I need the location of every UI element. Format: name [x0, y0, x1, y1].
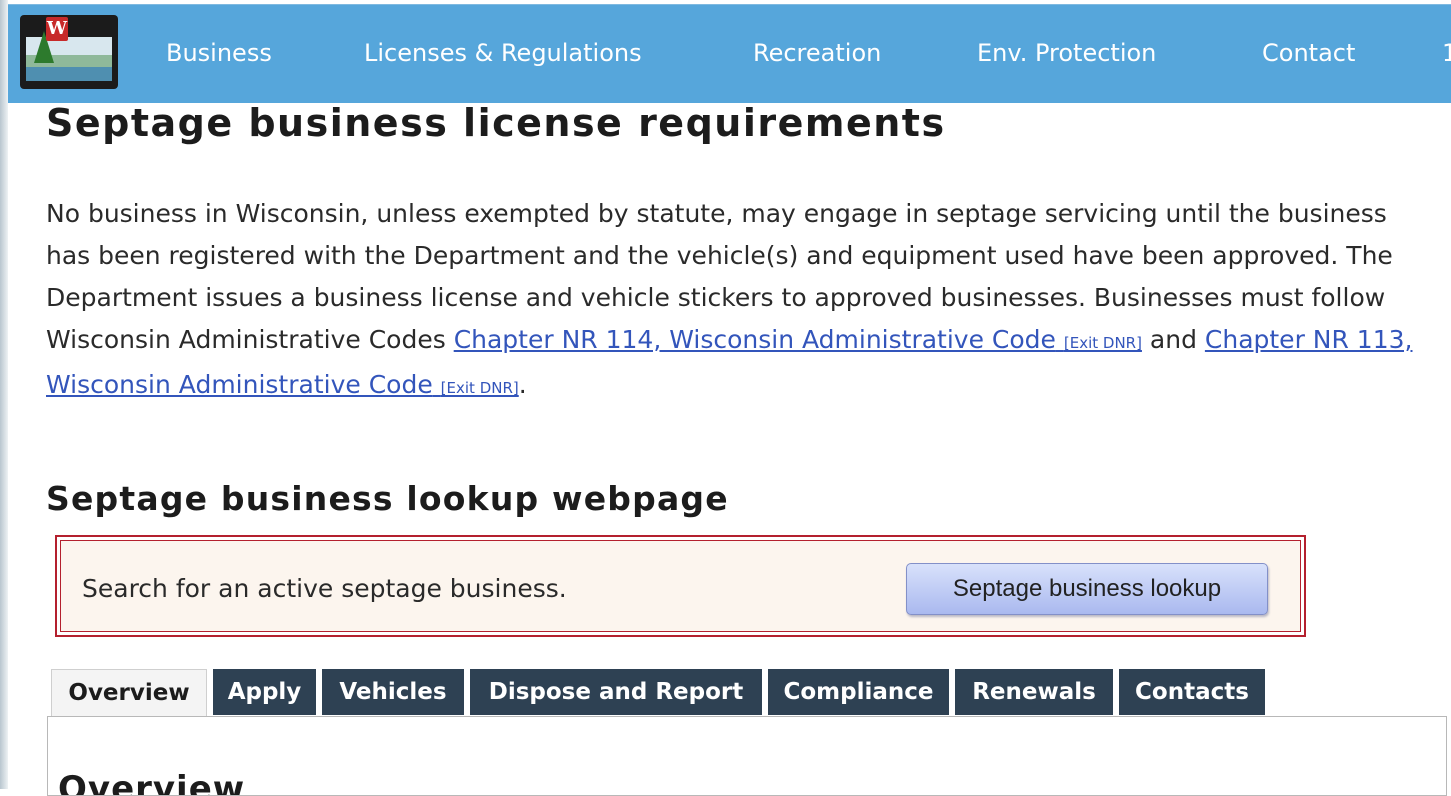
tab-apply[interactable]: Apply — [213, 669, 316, 715]
nav-item-contact[interactable]: Contact — [1262, 35, 1355, 71]
panel-title: Overview — [58, 769, 246, 796]
tab-panel: Overview — [47, 716, 1447, 796]
page-title: Septage business license requirements — [46, 101, 946, 145]
nav-item-business[interactable]: Business — [166, 35, 272, 71]
intro-end: . — [518, 370, 527, 399]
dnr-logo[interactable]: W — [20, 15, 118, 89]
tab-dispose-and-report[interactable]: Dispose and Report — [470, 669, 762, 715]
lookup-description: Search for an active septage business. — [82, 574, 567, 603]
lookup-heading: Septage business lookup webpage — [46, 479, 729, 518]
septage-business-lookup-button[interactable]: Septage business lookup — [906, 563, 1268, 615]
window-edge — [0, 0, 8, 789]
logo-letter: W — [46, 17, 68, 41]
intro-paragraph: No business in Wisconsin, unless exempte… — [46, 193, 1436, 409]
tab-renewals[interactable]: Renewals — [955, 669, 1113, 715]
lookup-callout-inner: Search for an active septage business. S… — [60, 540, 1301, 632]
intro-conjunction: and — [1141, 325, 1205, 354]
nr113-exit-label: [Exit DNR] — [440, 379, 519, 397]
tab-compliance[interactable]: Compliance — [768, 669, 949, 715]
tab-overview[interactable]: Overview — [51, 669, 207, 718]
tab-vehicles[interactable]: Vehicles — [322, 669, 464, 715]
tab-contacts[interactable]: Contacts — [1119, 669, 1265, 715]
top-navigation-bar: W Business Licenses & Regulations Recrea… — [8, 4, 1451, 103]
nr114-link-label: Chapter NR 114, Wisconsin Administrative… — [453, 325, 1056, 354]
nr114-link[interactable]: Chapter NR 114, Wisconsin Administrative… — [454, 325, 1142, 354]
nav-item-overflow[interactable]: 1 — [1442, 35, 1451, 71]
nav-item-env-protection[interactable]: Env. Protection — [977, 35, 1156, 71]
lookup-callout: Search for an active septage business. S… — [55, 535, 1306, 637]
nav-item-recreation[interactable]: Recreation — [753, 35, 881, 71]
nr114-exit-label: [Exit DNR] — [1063, 334, 1142, 352]
nav-item-licenses-regulations[interactable]: Licenses & Regulations — [364, 35, 642, 71]
logo-water — [26, 67, 112, 81]
